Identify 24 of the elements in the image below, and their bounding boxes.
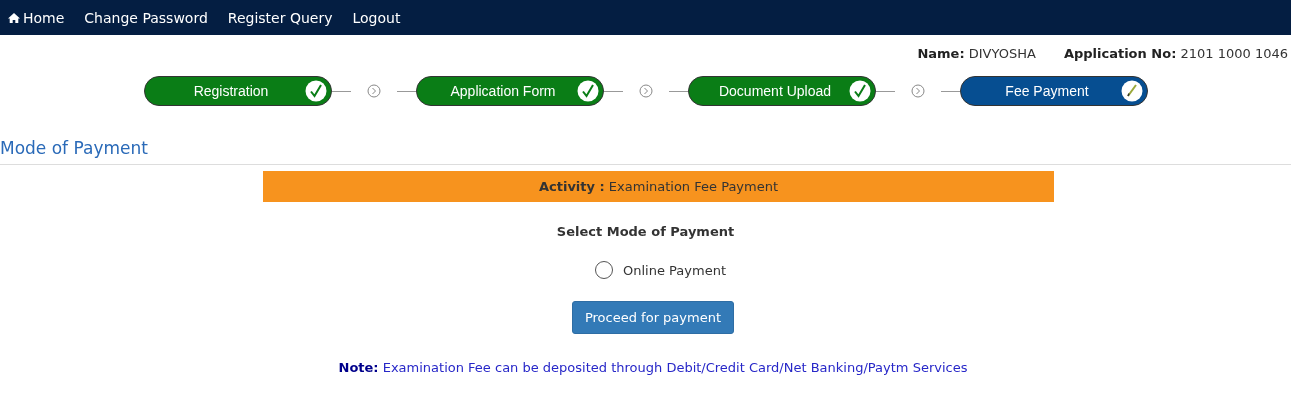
- nav-link[interactable]: Home: [8, 9, 65, 26]
- arrow-circle-icon: [367, 84, 381, 98]
- nav-link[interactable]: Change Password: [84, 9, 208, 26]
- activity-text: Activity : Examination Fee Payment: [538, 179, 779, 194]
- select-label: Select Mode of Payment: [555, 224, 736, 239]
- step-label: Application Form: [449, 83, 557, 99]
- home-icon: [8, 12, 20, 23]
- applicant-info: Name: DIVYOSHA: [917, 46, 1036, 63]
- check-icon: [849, 80, 871, 102]
- option-label: Online Payment: [623, 262, 726, 278]
- note-text: Note: Examination Fee can be deposited through Debit/Credit Card/Net Banking/Paytm Services: [337, 360, 969, 375]
- arrow-circle-icon: [911, 84, 925, 98]
- step-label: Registration: [192, 83, 270, 99]
- section-title: Mode of Payment: [0, 138, 1291, 165]
- pencil-icon: [1121, 80, 1143, 102]
- arrow-circle-icon: [639, 84, 653, 98]
- proceed-button[interactable]: Proceed for payment: [571, 301, 735, 334]
- nav-link[interactable]: Register Query: [227, 9, 333, 26]
- nav-link[interactable]: Logout: [352, 9, 401, 26]
- check-icon: [577, 80, 599, 102]
- step-label: Document Upload: [717, 83, 833, 99]
- check-icon: [305, 80, 327, 102]
- applicant-info: Application No: 2101 1000 1046: [1063, 46, 1288, 63]
- step-label: Fee Payment: [1004, 83, 1090, 99]
